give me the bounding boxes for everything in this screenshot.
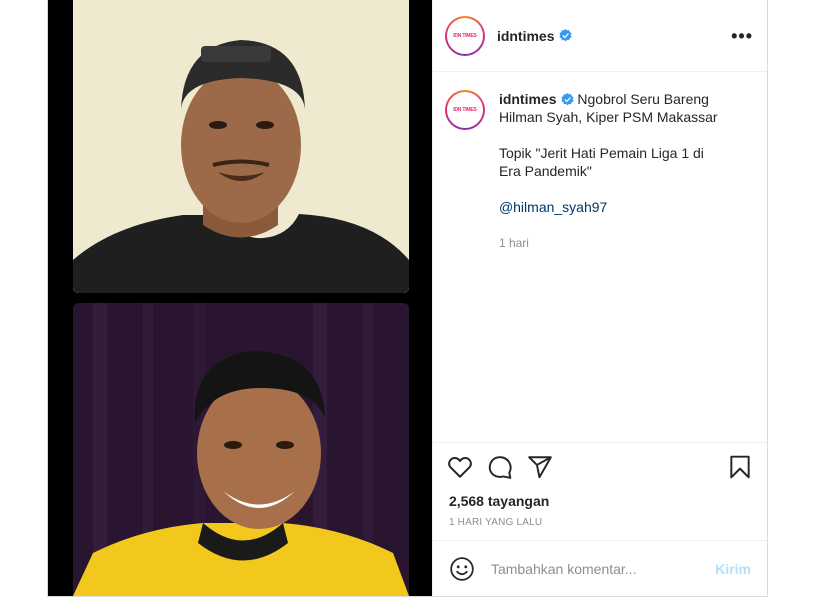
- avatar-logo: IDN TIMES: [446, 17, 483, 54]
- more-icon[interactable]: •••: [731, 27, 753, 45]
- header-username[interactable]: idntimes: [497, 28, 572, 44]
- post-side-panel: IDN TIMES idntimes ••• IDN TIMES idntime…: [431, 0, 767, 596]
- caption-avatar[interactable]: IDN TIMES: [444, 90, 485, 130]
- emoji-icon[interactable]: [449, 556, 475, 582]
- caption-avatar-logo: IDN TIMES: [446, 92, 483, 128]
- caption-username[interactable]: idntimes: [499, 90, 574, 108]
- post-comment-button[interactable]: Kirim: [715, 561, 751, 577]
- bookmark-icon[interactable]: [727, 454, 753, 480]
- comment-input[interactable]: [490, 560, 716, 577]
- verified-badge-icon: [558, 29, 572, 42]
- avatar[interactable]: IDN TIMES: [444, 15, 485, 56]
- post-media[interactable]: [48, 0, 432, 596]
- action-bar: [432, 442, 767, 490]
- instagram-post: IDN TIMES idntimes ••• IDN TIMES idntime…: [47, 0, 768, 597]
- caption-line-2: Topik "Jerit Hati Pemain Liga 1 di Era P…: [498, 145, 704, 179]
- caption-username-text[interactable]: idntimes: [499, 90, 557, 108]
- heart-icon[interactable]: [447, 454, 473, 480]
- live-video-bottom: [73, 303, 409, 596]
- caption-mention-link[interactable]: @hilman_syah97: [499, 199, 607, 215]
- comment-icon[interactable]: [487, 454, 513, 480]
- caption-area: IDN TIMES idntimes Ngobrol Seru Bareng H…: [433, 72, 767, 442]
- share-icon[interactable]: [527, 454, 553, 480]
- post-header: IDN TIMES idntimes •••: [432, 0, 767, 72]
- comment-box: Kirim: [432, 540, 767, 596]
- view-count[interactable]: 2,568 tayangan: [433, 490, 767, 512]
- live-video-bottom-image: [73, 303, 409, 596]
- caption-time: 1 hari: [498, 236, 529, 250]
- caption: idntimes Ngobrol Seru Bareng Hilman Syah…: [499, 90, 729, 442]
- post-date[interactable]: 1 HARI YANG LALU: [433, 512, 767, 534]
- header-username-text[interactable]: idntimes: [497, 28, 555, 44]
- live-video-top: [73, 0, 409, 293]
- live-video-top-image: [73, 0, 409, 293]
- verified-badge-icon: [560, 92, 574, 105]
